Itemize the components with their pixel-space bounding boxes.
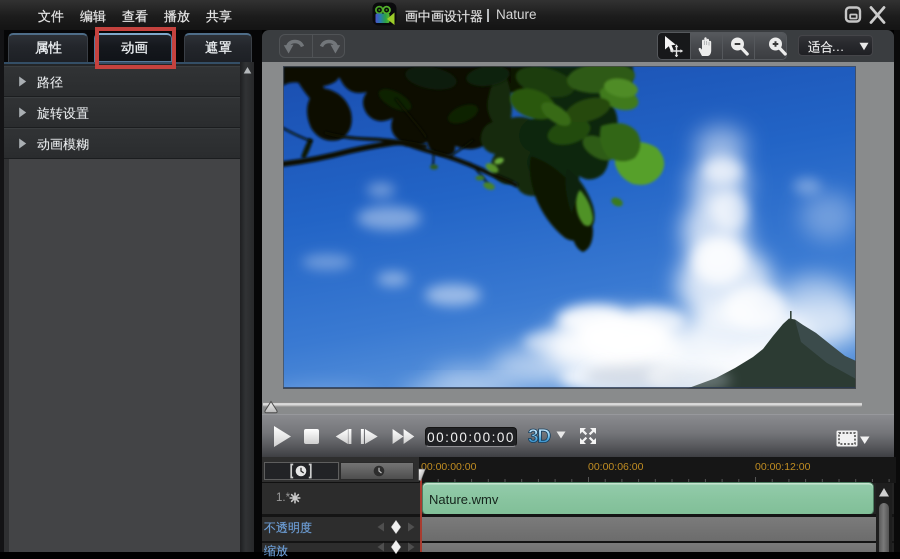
svg-text:3D: 3D	[528, 427, 550, 448]
